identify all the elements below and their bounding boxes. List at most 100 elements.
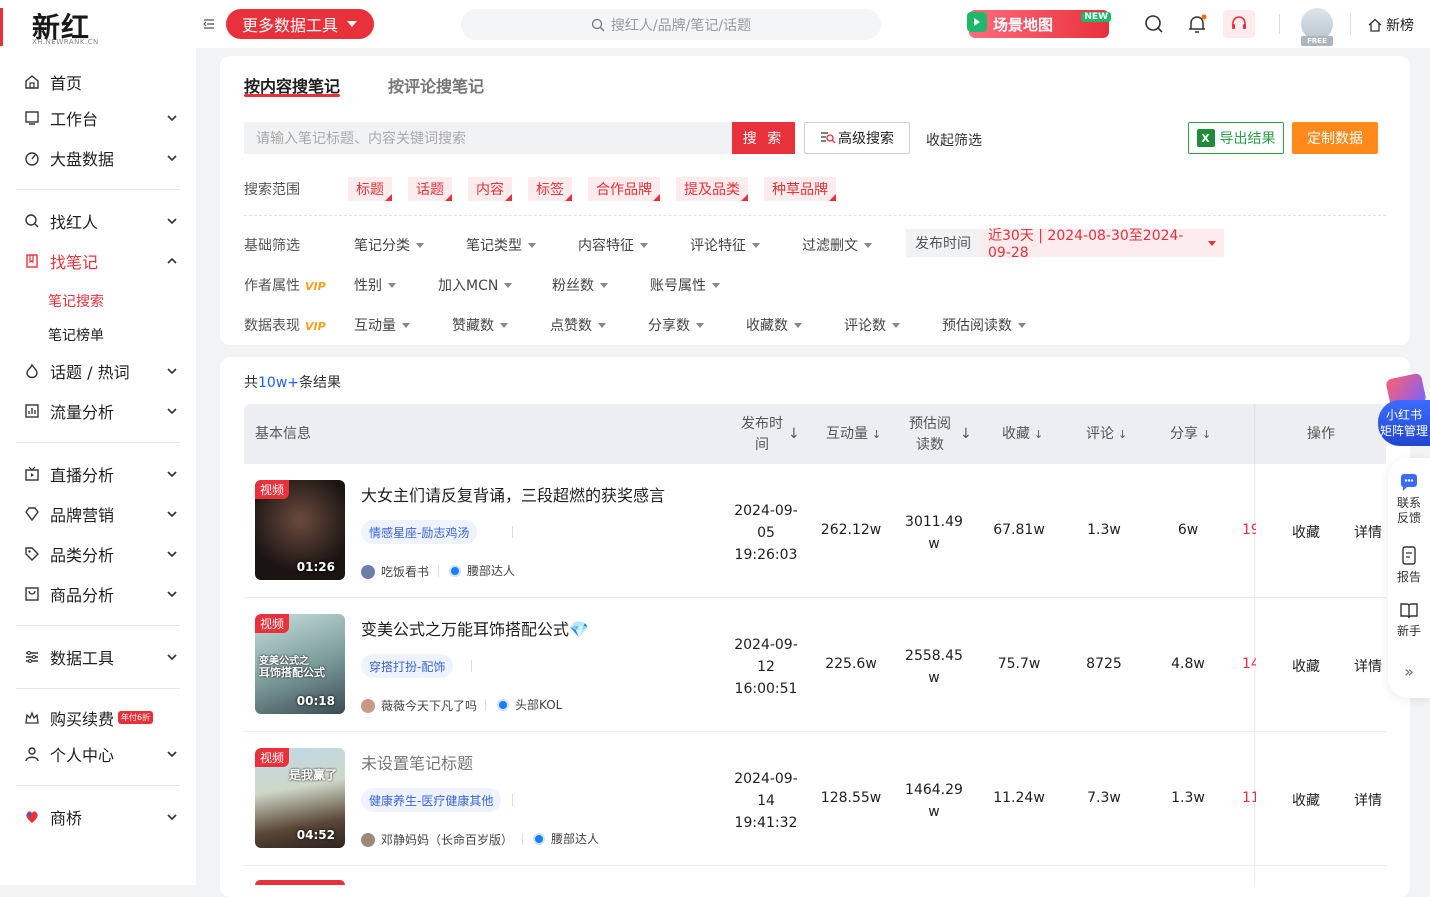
sidebar-item-traffic[interactable]: 流量分析 — [0, 393, 196, 429]
header-collects[interactable]: 收藏 ↓ — [1002, 424, 1043, 445]
publish-time: 2024-09- 12 16:00:51 — [734, 634, 798, 700]
filter-comment-feature[interactable]: 评论特征 — [690, 235, 760, 255]
search-icon[interactable] — [1144, 14, 1164, 34]
author-divider — [485, 699, 486, 711]
matrix-label-line2: 矩阵管理 — [1379, 424, 1428, 438]
note-thumbnail[interactable]: 视频 变美公式之 耳饰搭配公式 00:18 — [255, 614, 345, 714]
note-author[interactable]: 吃饭看书 — [361, 563, 429, 580]
header-interactions[interactable]: 互动量 ↓ — [826, 424, 881, 445]
collect-button[interactable]: 收藏 — [1292, 790, 1320, 810]
scope-tag-content[interactable]: 内容 — [468, 177, 512, 201]
sidebar-item-find-influencer[interactable]: 找红人 — [0, 203, 196, 239]
scope-tag-title[interactable]: 标题 — [348, 177, 392, 201]
chevron-down-icon — [167, 218, 177, 225]
more-tools-button[interactable]: 更多数据工具 — [226, 9, 374, 39]
header-comments[interactable]: 评论 ↓ — [1086, 424, 1127, 445]
tier-icon — [449, 564, 461, 577]
scope-tag-coop-brand[interactable]: 合作品牌 — [588, 177, 660, 201]
header-shares[interactable]: 分享 ↓ — [1170, 424, 1211, 445]
note-author[interactable]: 邓静妈妈（长命百岁版） — [361, 831, 513, 848]
newrank-home-link[interactable]: 新榜 — [1368, 15, 1414, 35]
search-button[interactable]: 搜 索 — [732, 122, 795, 154]
sidebar-item-profile[interactable]: 个人中心 — [0, 736, 196, 772]
customer-service-icon[interactable] — [1223, 10, 1255, 38]
note-author[interactable]: 薇薇今天下凡了吗 — [361, 697, 477, 714]
sidebar-item-product[interactable]: 商品分析 — [0, 576, 196, 612]
filter-likes-collects[interactable]: 赞藏数 — [452, 315, 508, 335]
filter-likes[interactable]: 点赞数 — [550, 315, 606, 335]
filter-collects[interactable]: 收藏数 — [746, 315, 802, 335]
note-title[interactable]: 未设置笔记标题 — [361, 750, 473, 774]
filter-account-attr[interactable]: 账号属性 — [650, 275, 720, 295]
workbench-icon — [24, 110, 40, 126]
sort-icon[interactable]: ↓ — [960, 424, 972, 445]
est-reads-number: 3011.49 — [905, 514, 963, 530]
collapse-filters-link[interactable]: 收起筛选 — [926, 130, 982, 150]
keyword-search-input[interactable]: 请输入笔记标题、内容关键词搜索 — [244, 122, 732, 154]
global-search-input[interactable]: 搜红人/品牌/笔记/话题 — [461, 9, 881, 40]
header-collects-label: 收藏 — [1002, 426, 1030, 442]
sidebar-item-category[interactable]: 品类分析 — [0, 536, 196, 572]
sidebar-subitem-note-ranking[interactable]: 笔记榜单 — [48, 325, 104, 345]
scope-tag-category[interactable]: 提及品类 — [676, 177, 748, 201]
scene-map-button[interactable]: 场景地图 NEW — [967, 10, 1111, 38]
sidebar-item-workbench[interactable]: 工作台 — [0, 100, 196, 136]
collect-button[interactable]: 收藏 — [1292, 522, 1320, 542]
matrix-management-widget[interactable]: 小红书 矩阵管理 — [1378, 372, 1430, 448]
detail-button[interactable]: 详情 — [1354, 522, 1382, 542]
sort-icon[interactable]: ↓ — [788, 424, 800, 445]
sidebar-item-purchase[interactable]: 购买续费 年付6折 — [0, 700, 196, 736]
sidebar-item-brand[interactable]: 品牌营销 — [0, 496, 196, 532]
detail-button[interactable]: 详情 — [1354, 656, 1382, 676]
collect-button[interactable]: 收藏 — [1292, 656, 1320, 676]
sidebar-item-market-data[interactable]: 大盘数据 — [0, 140, 196, 176]
tab-comment-search[interactable]: 按评论搜笔记 — [388, 73, 484, 97]
advanced-search-icon — [821, 132, 836, 144]
header-est-reads[interactable]: 预估阅读数 — [906, 414, 954, 456]
detail-button[interactable]: 详情 — [1354, 790, 1382, 810]
filter-est-reads[interactable]: 预估阅读数 — [942, 315, 1026, 335]
export-results-button[interactable]: X 导出结果 — [1188, 122, 1284, 154]
sidebar-item-home[interactable]: 首页 — [0, 64, 196, 100]
filter-shares[interactable]: 分享数 — [648, 315, 704, 335]
sidebar-item-live[interactable]: 直播分析 — [0, 456, 196, 492]
newbie-guide-button[interactable]: 新手 — [1388, 602, 1430, 639]
filter-deleted-posts[interactable]: 过滤删文 — [802, 235, 872, 255]
sidebar-item-shangqiao[interactable]: 商桥 — [0, 799, 196, 835]
note-title[interactable]: 变美公式之万能耳饰搭配公式💎 — [361, 616, 589, 640]
filter-note-category[interactable]: 笔记分类 — [354, 235, 424, 255]
note-thumbnail[interactable]: 视频 是我赢了 04:52 — [255, 748, 345, 848]
custom-data-button[interactable]: 定制数据 — [1292, 122, 1378, 154]
sidebar-subitem-note-search[interactable]: 笔记搜索 — [48, 291, 104, 311]
publish-time-filter[interactable]: 发布时间 近30天 | 2024-08-30至2024-09-28 — [906, 228, 1224, 261]
live-tv-icon — [24, 466, 40, 482]
menu-collapse-icon[interactable] — [203, 18, 215, 30]
tier-icon — [533, 832, 545, 845]
filter-comments[interactable]: 评论数 — [844, 315, 900, 335]
scope-tag-tag[interactable]: 标签 — [528, 177, 572, 201]
bell-icon[interactable] — [1186, 13, 1208, 35]
advanced-search-button[interactable]: 高级搜索 — [804, 122, 910, 154]
video-duration: 01:26 — [296, 560, 335, 574]
table-row[interactable]: 视频 是我赢了 04:52 未设置笔记标题 健康养生-医疗健康其他 邓静妈妈（长… — [244, 732, 1386, 866]
table-row[interactable]: 视频 01:26 大女主们请反复背诵，三段超燃的获奖感言 情感星座-励志鸡汤 吃… — [244, 464, 1386, 598]
feedback-button[interactable]: 联系 反馈 — [1388, 474, 1430, 526]
filter-interactions[interactable]: 互动量 — [354, 315, 410, 335]
filter-mcn[interactable]: 加入MCN — [438, 275, 513, 295]
sidebar-item-find-notes[interactable]: 找笔记 — [0, 243, 196, 279]
header-publish-time[interactable]: 发布时间 — [738, 414, 786, 456]
report-button[interactable]: 报告 — [1388, 546, 1430, 585]
scope-tag-seeding-brand[interactable]: 种草品牌 — [764, 177, 836, 201]
table-row[interactable]: 视频 变美公式之 耳饰搭配公式 00:18 变美公式之万能耳饰搭配公式💎 穿搭打… — [244, 598, 1386, 732]
est-reads-value: 3011.49 w — [900, 511, 968, 555]
filter-gender[interactable]: 性别 — [354, 275, 396, 295]
filter-content-feature[interactable]: 内容特征 — [578, 235, 648, 255]
expand-icon[interactable]: » — [1388, 664, 1430, 680]
note-title[interactable]: 大女主们请反复背诵，三段超燃的获奖感言 — [361, 482, 665, 506]
sidebar-item-topics[interactable]: 话题 / 热词 — [0, 353, 196, 389]
scope-tag-topic[interactable]: 话题 — [408, 177, 452, 201]
note-thumbnail[interactable]: 视频 01:26 — [255, 480, 345, 580]
filter-note-type[interactable]: 笔记类型 — [466, 235, 536, 255]
sidebar-item-data-tools[interactable]: 数据工具 — [0, 639, 196, 675]
filter-followers[interactable]: 粉丝数 — [552, 275, 608, 295]
